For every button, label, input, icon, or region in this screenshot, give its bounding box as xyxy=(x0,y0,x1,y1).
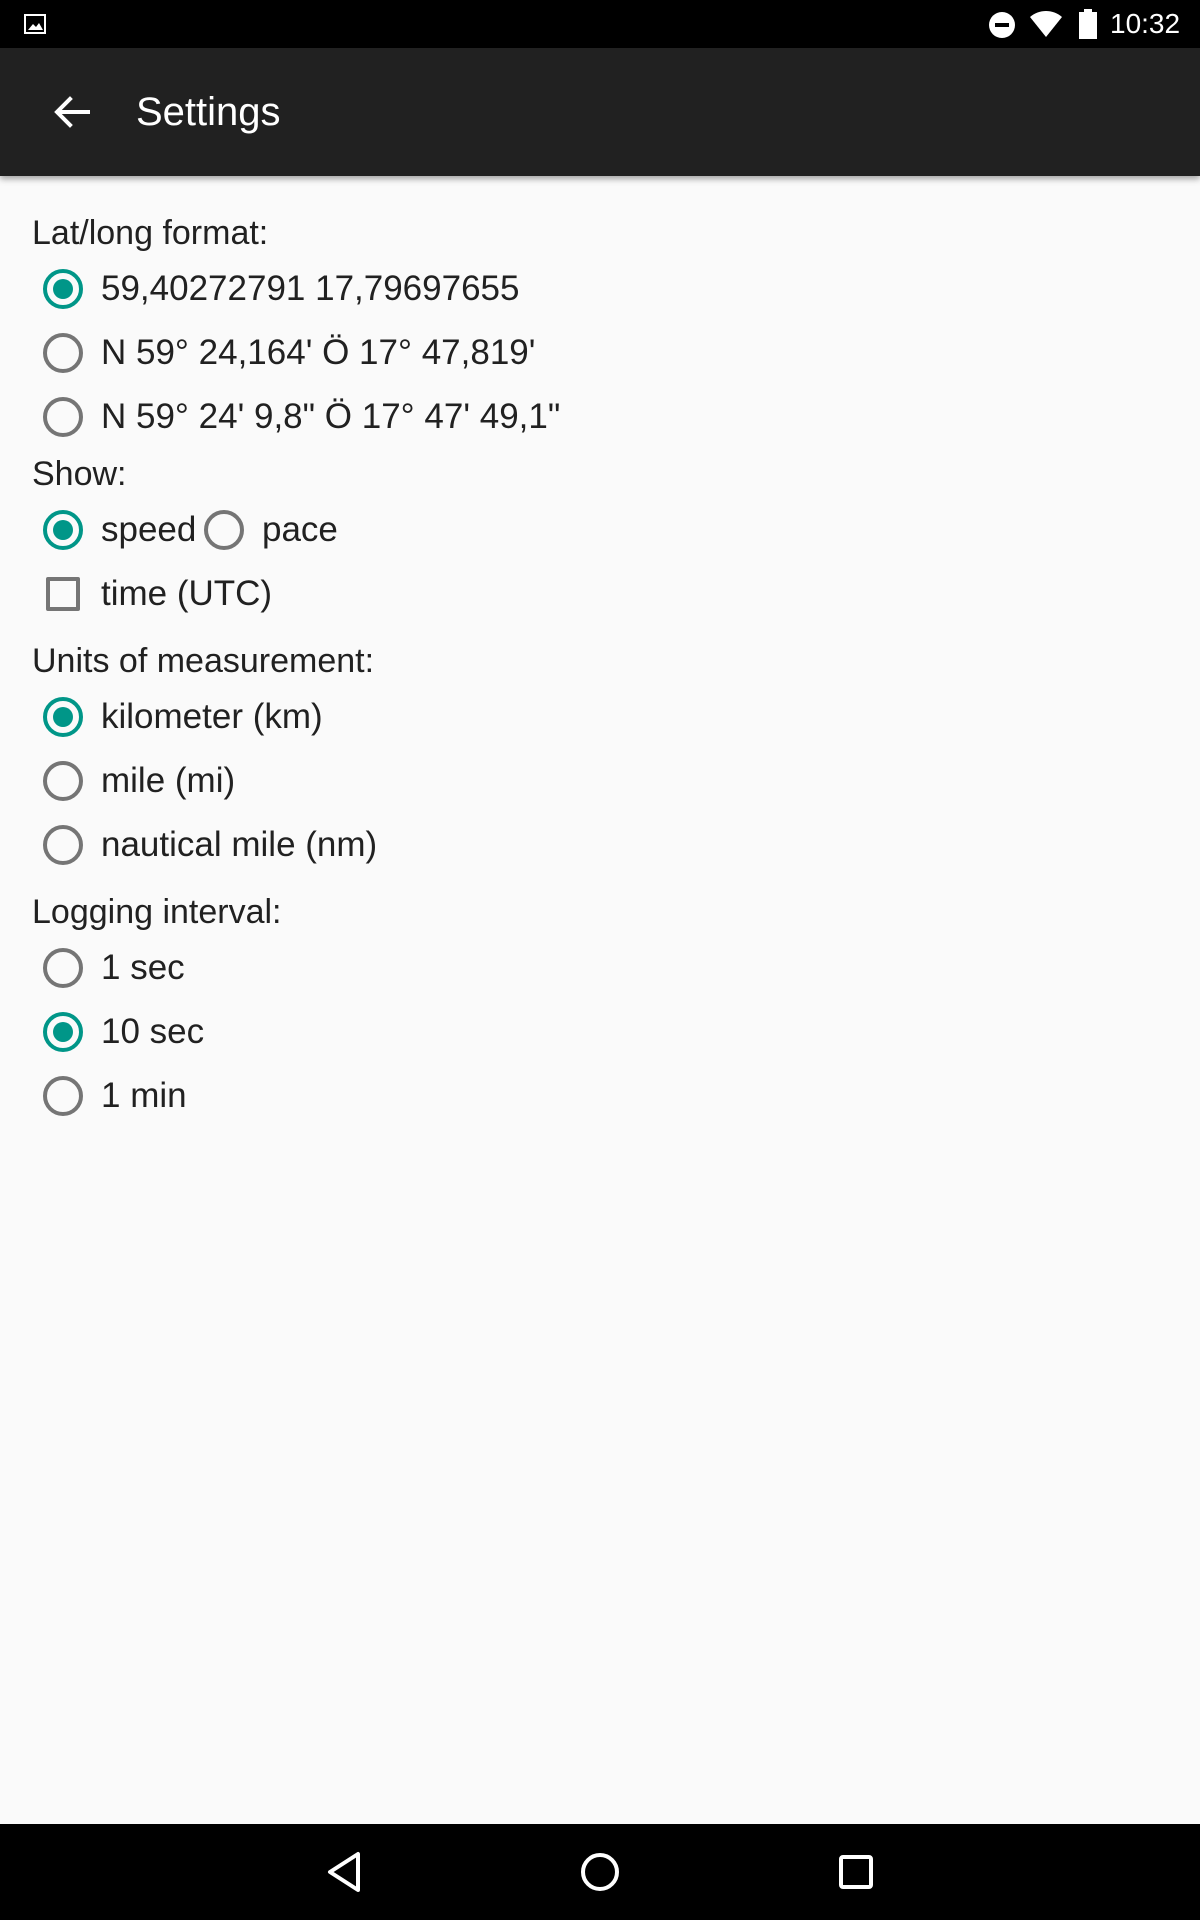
show-option-pace[interactable]: pace xyxy=(204,502,338,558)
option-label: N 59° 24,164' Ö 17° 47,819' xyxy=(101,333,536,372)
radio-button-checked[interactable] xyxy=(43,1012,83,1052)
home-circle-icon xyxy=(581,1853,619,1891)
recents-square-icon xyxy=(839,1855,873,1889)
app-toolbar: Settings xyxy=(0,48,1200,176)
do-not-disturb-icon xyxy=(989,12,1015,38)
option-label: 10 sec xyxy=(101,1012,205,1051)
status-bar: 10:32 xyxy=(0,0,1200,48)
back-button[interactable] xyxy=(40,88,104,136)
logging-interval-label: Logging interval: xyxy=(32,893,282,931)
option-label: N 59° 24' 9,8" Ö 17° 47' 49,1" xyxy=(101,397,561,436)
show-option-speed[interactable]: speed xyxy=(43,502,196,558)
option-label: pace xyxy=(262,510,338,549)
option-label: 59,40272791 17,79697655 xyxy=(101,269,520,308)
option-label: 1 sec xyxy=(101,948,185,987)
latlong-format-label: Lat/long format: xyxy=(32,214,269,252)
status-time: 10:32 xyxy=(1110,8,1181,39)
radio-button-checked[interactable] xyxy=(43,697,83,737)
image-notification-icon xyxy=(24,14,46,34)
wifi-icon xyxy=(1030,11,1062,37)
show-label: Show: xyxy=(32,455,127,493)
radio-button[interactable] xyxy=(43,948,83,988)
battery-icon xyxy=(1079,9,1097,39)
radio-button[interactable] xyxy=(43,333,83,373)
option-label: kilometer (km) xyxy=(101,697,323,736)
radio-button[interactable] xyxy=(43,761,83,801)
units-option-nm[interactable]: nautical mile (nm) xyxy=(43,817,377,873)
radio-button[interactable] xyxy=(43,397,83,437)
option-label: mile (mi) xyxy=(101,761,236,800)
latlong-option-degrees-minutes-seconds[interactable]: N 59° 24' 9,8" Ö 17° 47' 49,1" xyxy=(43,389,560,445)
units-option-km[interactable]: kilometer (km) xyxy=(43,689,323,745)
units-label: Units of measurement: xyxy=(32,642,375,680)
logging-option-10-sec[interactable]: 10 sec xyxy=(43,1004,204,1060)
settings-content: Lat/long format: 59,40272791 17,79697655… xyxy=(0,176,1200,1824)
units-option-mi[interactable]: mile (mi) xyxy=(43,753,235,809)
nav-home-button[interactable] xyxy=(572,1844,628,1900)
nav-back-button[interactable] xyxy=(316,1844,372,1900)
back-triangle-icon xyxy=(328,1852,360,1892)
logging-option-1-sec[interactable]: 1 sec xyxy=(43,940,185,996)
option-label: time (UTC) xyxy=(101,574,273,613)
logging-option-1-min[interactable]: 1 min xyxy=(43,1068,187,1124)
option-label: speed xyxy=(101,510,197,549)
arrow-back-icon xyxy=(54,96,90,128)
nav-recents-button[interactable] xyxy=(828,1844,884,1900)
radio-button-checked[interactable] xyxy=(43,269,83,309)
latlong-option-decimal[interactable]: 59,40272791 17,79697655 xyxy=(43,261,519,317)
show-option-time-utc[interactable]: time (UTC) xyxy=(43,566,272,622)
option-label: 1 min xyxy=(101,1076,187,1115)
radio-button-checked[interactable] xyxy=(43,510,83,550)
option-label: nautical mile (nm) xyxy=(101,825,378,864)
radio-button[interactable] xyxy=(43,825,83,865)
page-title: Settings xyxy=(136,90,281,134)
checkbox[interactable] xyxy=(46,577,80,611)
radio-button[interactable] xyxy=(43,1076,83,1116)
radio-button[interactable] xyxy=(204,510,244,550)
latlong-option-degrees-minutes[interactable]: N 59° 24,164' Ö 17° 47,819' xyxy=(43,325,535,381)
navigation-bar xyxy=(0,1824,1200,1920)
